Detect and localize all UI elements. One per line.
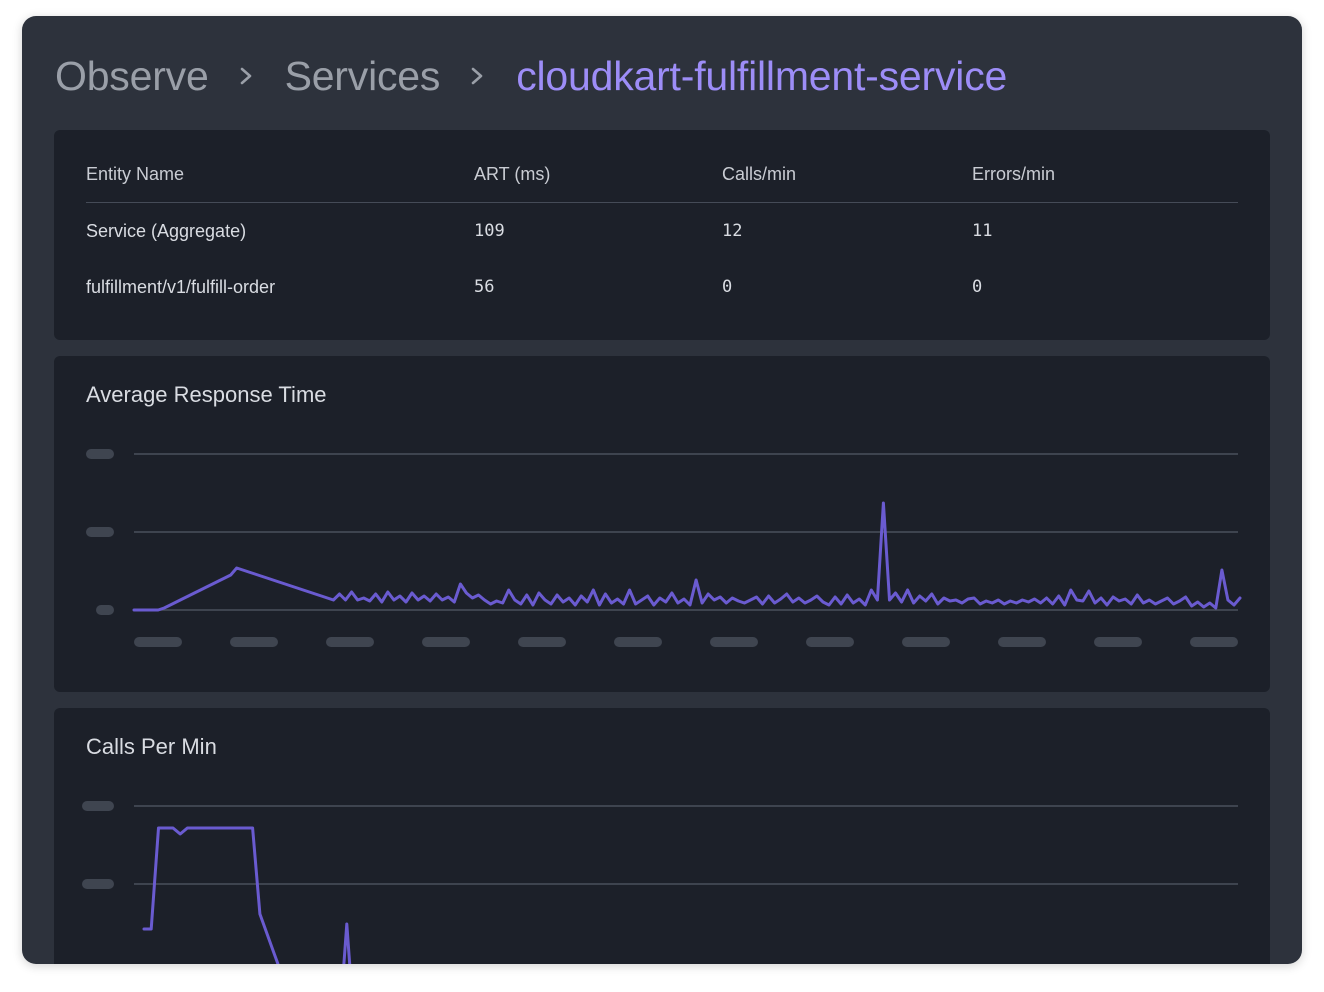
calls-cell: 0 xyxy=(722,277,733,297)
y-tick-label xyxy=(82,879,114,889)
x-tick-label xyxy=(998,637,1046,647)
x-tick-label xyxy=(806,637,854,647)
x-tick-label xyxy=(614,637,662,647)
breadcrumb-observe[interactable]: Observe xyxy=(55,53,209,100)
y-tick-label xyxy=(82,801,114,811)
table-header-row: Entity Name ART (ms) Calls/min Errors/mi… xyxy=(86,146,1238,203)
chevron-right-icon xyxy=(471,67,483,85)
art-cell: 56 xyxy=(474,277,495,297)
y-tick-label xyxy=(86,527,114,537)
column-header-entity-name[interactable]: Entity Name xyxy=(86,164,184,185)
response-time-chart[interactable] xyxy=(54,356,1270,692)
x-tick-label xyxy=(326,637,374,647)
table-row[interactable]: fulfillment/v1/fulfill-order 56 0 0 xyxy=(86,259,1238,315)
table-row[interactable]: Service (Aggregate) 109 12 11 xyxy=(86,203,1238,259)
x-tick-label xyxy=(1190,637,1238,647)
errors-cell: 11 xyxy=(972,221,993,241)
series-line xyxy=(132,501,1242,612)
y-tick-label xyxy=(86,449,114,459)
column-header-calls[interactable]: Calls/min xyxy=(722,164,796,185)
column-header-art[interactable]: ART (ms) xyxy=(474,164,550,185)
chevron-right-icon xyxy=(240,67,251,85)
calls-cell: 12 xyxy=(722,221,743,241)
art-cell: 109 xyxy=(474,221,505,241)
entity-name-cell: Service (Aggregate) xyxy=(86,220,247,241)
y-tick-label xyxy=(96,605,114,615)
entity-table: Entity Name ART (ms) Calls/min Errors/mi… xyxy=(54,130,1270,340)
entity-name-cell: fulfillment/v1/fulfill-order xyxy=(86,276,276,297)
breadcrumb-current-service: cloudkart-fulfillment-service xyxy=(516,52,1008,99)
column-header-errors[interactable]: Errors/min xyxy=(972,164,1055,185)
x-tick-label xyxy=(422,637,470,647)
breadcrumb: Observe Services cloudkart-fulfillment-s… xyxy=(55,46,1007,106)
x-tick-label xyxy=(902,637,950,647)
errors-cell: 0 xyxy=(972,277,983,297)
app-window: Observe Services cloudkart-fulfillment-s… xyxy=(22,16,1302,964)
x-tick-label xyxy=(134,637,182,647)
x-tick-label xyxy=(518,637,566,647)
x-tick-label xyxy=(230,637,278,647)
calls-per-min-chart-panel: Calls Per Min xyxy=(54,708,1270,964)
x-tick-label xyxy=(710,637,758,647)
series-line xyxy=(142,826,352,964)
response-time-chart-panel: Average Response Time xyxy=(54,356,1270,692)
breadcrumb-services[interactable]: Services xyxy=(285,53,441,100)
x-tick-label xyxy=(1094,637,1142,647)
calls-per-min-chart[interactable] xyxy=(54,708,1270,964)
